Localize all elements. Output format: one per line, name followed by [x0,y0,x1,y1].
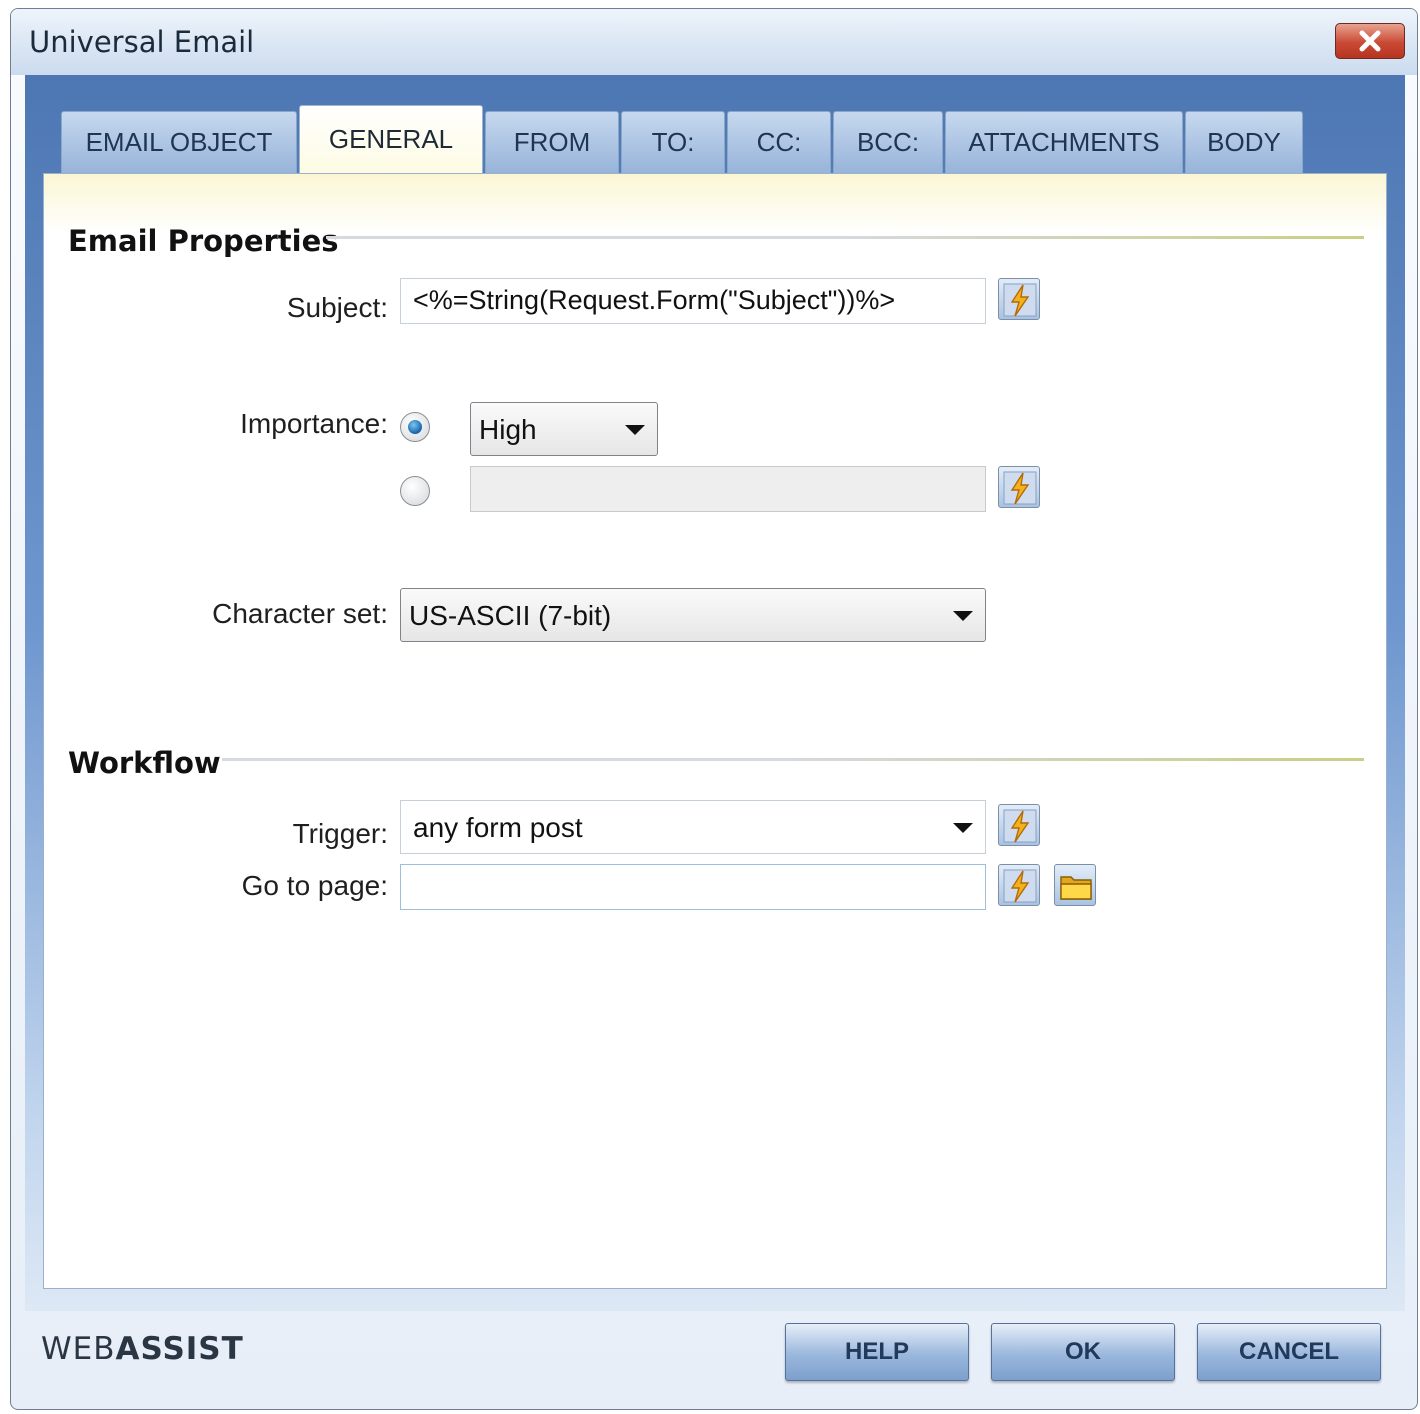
importance-label: Importance: [240,408,388,439]
folder-icon [1060,876,1092,900]
importance-custom-radio[interactable] [400,476,430,506]
cancel-button[interactable]: CANCEL [1197,1323,1381,1381]
trigger-label: Trigger: [292,818,388,849]
importance-custom-input[interactable] [470,466,986,512]
window-title: Universal Email [29,25,255,59]
lightning-bolt-icon [1003,283,1037,317]
lightning-bolt-icon [1003,809,1037,843]
email-properties-divider [326,236,1364,239]
lightning-bolt-icon [1003,471,1037,505]
tab-frame: EMAIL OBJECT FROM TO: CC: BCC: ATTACHMEN… [25,75,1405,1311]
subject-input[interactable]: <%=String(Request.Form("Subject"))%> [400,278,986,324]
charset-select[interactable]: US-ASCII (7-bit) [400,588,986,642]
dialog-window: Universal Email EMAIL OBJECT FROM TO: CC… [10,8,1418,1410]
workflow-heading: Workflow [68,746,221,780]
tab-to[interactable]: TO: [621,111,725,173]
logo-text-assist: ASSIST [115,1331,244,1367]
tab-from[interactable]: FROM [485,111,619,173]
radio-selected-dot [408,420,422,434]
close-x-icon [1359,30,1381,52]
trigger-dynamic-button[interactable] [998,804,1040,846]
help-button[interactable]: HELP [785,1323,969,1381]
tab-cc[interactable]: CC: [727,111,831,173]
workflow-divider [222,758,1364,761]
general-panel: Email Properties Subject: <%=String(Requ… [43,173,1387,1289]
importance-select-value: High [479,414,537,445]
ok-button[interactable]: OK [991,1323,1175,1381]
subject-dynamic-button[interactable] [998,278,1040,320]
goto-page-label: Go to page: [241,870,388,901]
importance-select[interactable]: High [470,402,658,456]
tab-attachments[interactable]: ATTACHMENTS [945,111,1183,173]
chevron-down-icon [953,823,973,833]
importance-dynamic-button[interactable] [998,466,1040,508]
lightning-bolt-icon [1003,869,1037,903]
charset-select-value: US-ASCII (7-bit) [409,600,612,631]
goto-page-input[interactable] [400,864,986,910]
tab-general[interactable]: GENERAL [299,105,483,173]
tab-body[interactable]: BODY [1185,111,1303,173]
title-bar[interactable]: Universal Email [11,9,1417,75]
charset-label: Character set: [212,598,388,629]
tab-bcc[interactable]: BCC: [833,111,943,173]
importance-preset-radio[interactable] [400,412,430,442]
tab-email-object[interactable]: EMAIL OBJECT [61,111,297,173]
chevron-down-icon [953,611,973,621]
logo-text-web: WEB [41,1331,116,1367]
trigger-select[interactable]: any form post [400,800,986,854]
webassist-logo: WEBASSIST [41,1331,244,1367]
subject-label: Subject: [286,292,388,323]
goto-page-dynamic-button[interactable] [998,864,1040,906]
chevron-down-icon [625,425,645,435]
email-properties-heading: Email Properties [68,224,339,258]
close-button[interactable] [1335,23,1405,59]
trigger-select-value: any form post [413,812,583,843]
goto-page-browse-button[interactable] [1054,864,1096,906]
